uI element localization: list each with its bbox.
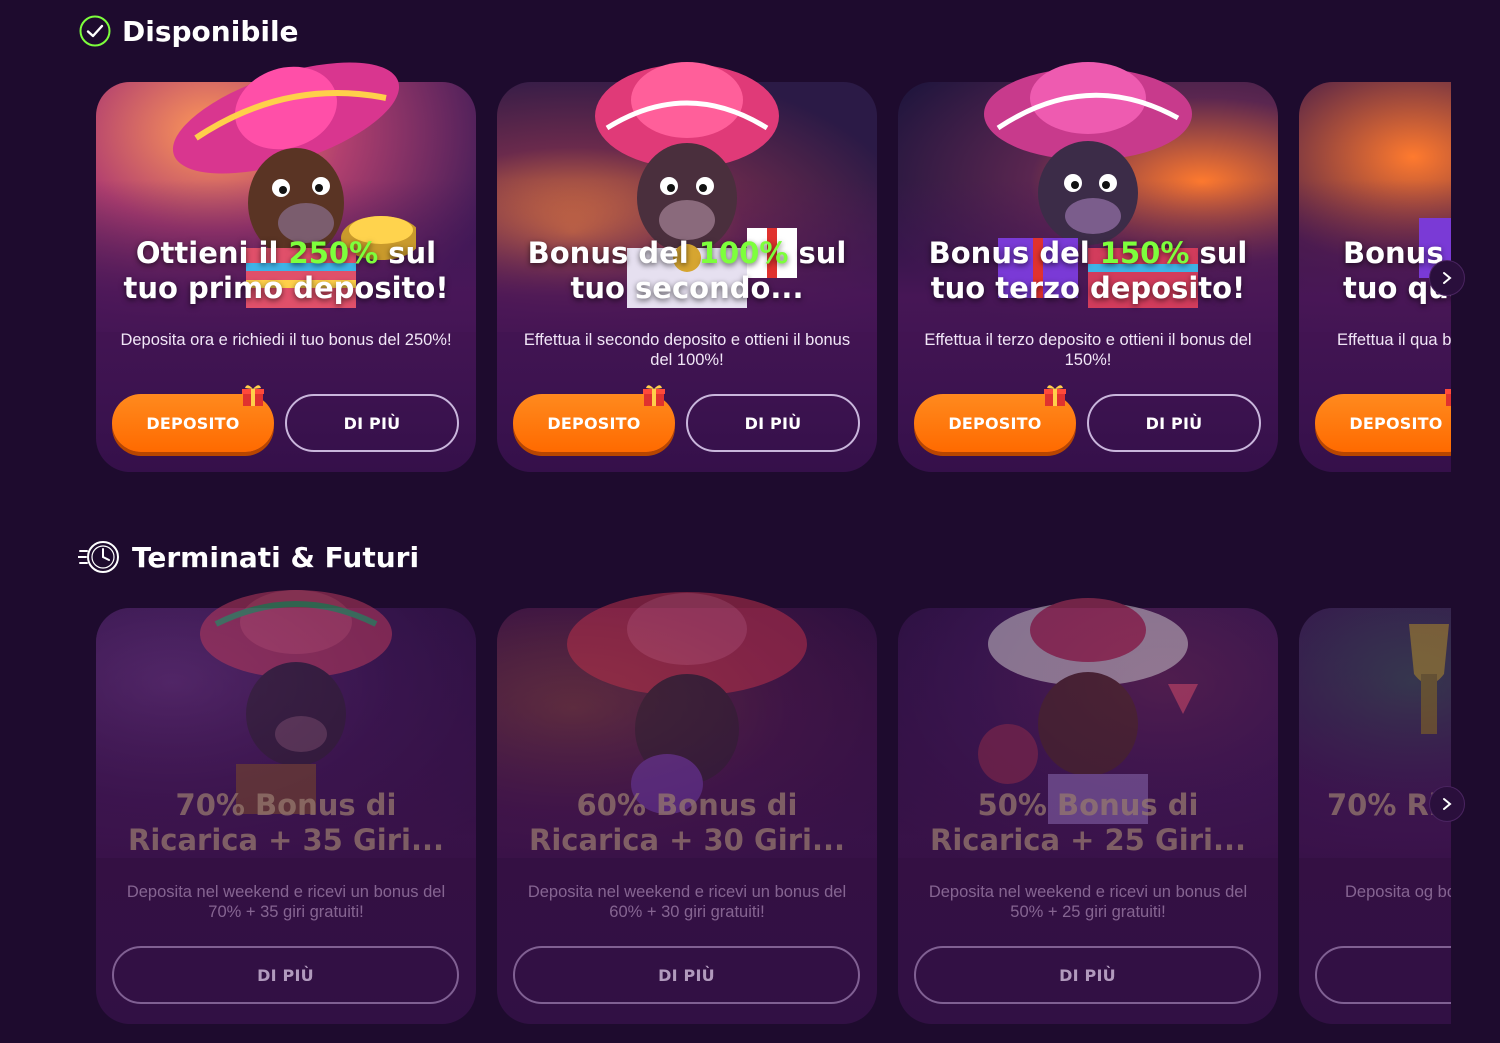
chevron-right-icon (1443, 272, 1452, 284)
promo-card: 60% Bonus di Ricarica + 30 Giri... Depos… (497, 584, 877, 1024)
check-circle-icon (79, 15, 111, 47)
gift-icon (1044, 385, 1066, 406)
card-title: Ottieni il 250% sul tuo primo deposito! (123, 236, 449, 305)
gift-icon (242, 385, 264, 406)
more-button[interactable]: DI PIÙ (914, 946, 1261, 1004)
promo-card: Bonus tuo qua Effettua il qua bon DEPOSI… (1299, 58, 1451, 472)
next-arrow-button[interactable] (1429, 786, 1465, 822)
card-description: Deposita og bonus del 70% (1345, 883, 1451, 901)
card-title: 60% Bonus di Ricarica + 30 Giri... (528, 788, 845, 857)
card-title: 70% Bonus di Ricarica + 35 Giri... (127, 788, 444, 857)
card-title-highlight: 250% (288, 236, 379, 270)
card-description: Effettua il qua bon (1337, 331, 1451, 349)
deposit-button[interactable]: DEPOSITO (1315, 394, 1451, 452)
promo-card: Bonus del 100% sul tuo secondo... Effett… (497, 58, 877, 472)
card-title: Bonus del 150% sul tuo terzo deposito! (928, 236, 1248, 305)
promo-card: Bonus del 150% sul tuo terzo deposito! E… (898, 58, 1278, 472)
card-title: 50% Bonus di Ricarica + 25 Giri... (929, 788, 1246, 857)
promo-card: 70% Bonus di Ricarica + 35 Giri... Depos… (96, 584, 476, 1024)
section-title: Disponibile (122, 14, 299, 48)
more-button[interactable]: DI PIÙ (112, 946, 459, 1004)
chevron-right-icon (1443, 798, 1452, 810)
more-button[interactable] (1315, 946, 1451, 1004)
promo-card: Ottieni il 250% sul tuo primo deposito! … (96, 58, 476, 472)
card-description: Deposita nel weekend e ricevi un bonus d… (928, 883, 1248, 921)
promo-card: 50% Bonus di Ricarica + 25 Giri... Depos… (898, 584, 1278, 1024)
card-description: Deposita ora e richiedi il tuo bonus del… (120, 331, 452, 349)
card-description: Effettua il secondo deposito e ottieni i… (523, 331, 851, 369)
promo-row-ended-upcoming: 70% Bonus di Ricarica + 35 Giri... Depos… (96, 584, 1451, 1024)
section-header-available: Disponibile (78, 14, 299, 48)
more-button[interactable]: DI PIÙ (686, 394, 860, 452)
section-title: Terminati & Futuri (132, 540, 420, 574)
clock-fast-icon (78, 541, 119, 573)
gift-icon (643, 385, 665, 406)
more-button[interactable]: DI PIÙ (513, 946, 860, 1004)
card-title-highlight: 150% (1099, 236, 1190, 270)
card-description: Effettua il terzo deposito e ottieni il … (924, 331, 1252, 369)
more-button[interactable]: DI PIÙ (1087, 394, 1261, 452)
card-description: Deposita nel weekend e ricevi un bonus d… (126, 883, 446, 921)
next-arrow-button[interactable] (1429, 260, 1465, 296)
card-title: Bonus del 100% sul tuo secondo... (527, 236, 847, 305)
card-title-highlight: 100% (698, 236, 789, 270)
promo-row-available: Ottieni il 250% sul tuo primo deposito! … (96, 58, 1451, 472)
gift-icon (1445, 389, 1451, 406)
more-button[interactable]: DI PIÙ (285, 394, 459, 452)
card-description: Deposita nel weekend e ricevi un bonus d… (527, 883, 847, 921)
section-header-ended-upcoming: Terminati & Futuri (78, 538, 419, 576)
